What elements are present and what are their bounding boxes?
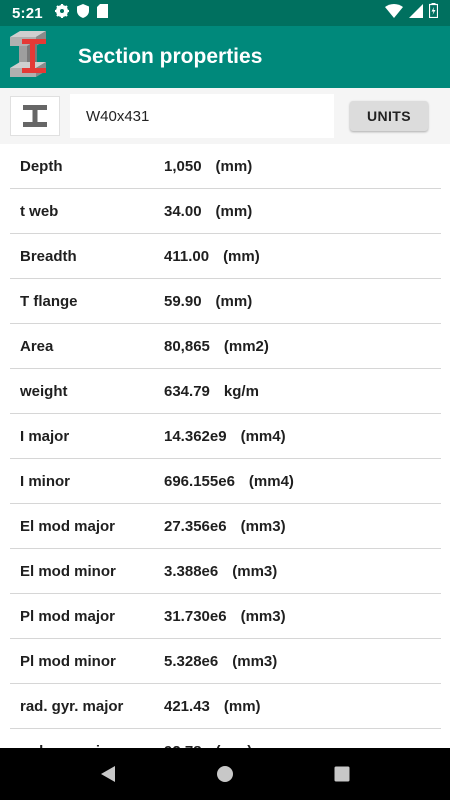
battery-icon <box>428 3 439 23</box>
property-value: 1,050 <box>164 157 202 175</box>
property-row: I minor 696.155e6 (mm4) <box>10 459 441 504</box>
status-bar: 5:21 <box>0 0 450 26</box>
page-title: Section properties <box>78 45 263 68</box>
property-value: 696.155e6 <box>164 472 235 490</box>
property-unit: (mm3) <box>232 562 278 580</box>
property-row: Pl mod major 31.730e6 (mm3) <box>10 594 441 639</box>
app-bar: Section properties <box>0 26 450 88</box>
units-button[interactable]: UNITS <box>350 101 428 131</box>
property-unit: (mm4) <box>240 427 286 445</box>
property-unit: (mm2) <box>223 337 269 355</box>
shield-icon <box>76 3 89 23</box>
gear-icon <box>54 3 69 23</box>
section-name-field[interactable]: W40x431 <box>70 94 334 138</box>
property-unit: (mm3) <box>240 517 286 535</box>
property-value: 3.388e6 <box>164 562 219 580</box>
property-row: T flange 59.90 (mm) <box>10 279 441 324</box>
property-name: Pl mod minor <box>20 652 116 670</box>
property-name: El mod major <box>20 517 116 535</box>
property-unit: (mm3) <box>240 607 286 625</box>
property-unit: (mm) <box>223 697 261 715</box>
property-row: Area 80,865 (mm2) <box>10 324 441 369</box>
sd-card-icon <box>96 3 108 23</box>
property-row: rad. gyr. minor92.78(mm) <box>10 729 441 749</box>
property-unit: kg/m <box>223 382 259 400</box>
property-name: El mod minor <box>20 562 116 580</box>
property-row: Depth 1,050 (mm) <box>10 144 441 189</box>
properties-list[interactable]: Depth 1,050 (mm) t web 34.00 (mm) Breadth 411.0… <box>0 144 450 748</box>
property-name: Depth <box>20 157 63 175</box>
property-unit: (mm) <box>223 247 260 265</box>
signal-icon <box>409 3 423 23</box>
property-value: 421.43 <box>164 697 210 715</box>
property-name: Breadth <box>20 247 77 265</box>
property-row: t web 34.00 (mm) <box>10 189 441 234</box>
property-unit: (mm) <box>215 292 253 310</box>
property-row: El mod minor 3.388e6 (mm3) <box>10 549 441 594</box>
property-name: weight <box>20 382 68 400</box>
property-unit: (mm4) <box>248 472 294 490</box>
property-row: El mod major 27.356e6 (mm3) <box>10 504 441 549</box>
property-row: I major 14.362e9 (mm4) <box>10 414 441 459</box>
property-name: Pl mod major <box>20 607 116 625</box>
property-name: I major <box>20 427 70 445</box>
property-value: 59.90 <box>164 292 202 310</box>
property-value: 80,865 <box>164 337 210 355</box>
property-row: weight 634.79 kg/m <box>10 369 441 414</box>
property-name: I minor <box>20 472 71 490</box>
property-name: Area <box>20 337 54 355</box>
i-beam-icon <box>10 96 60 136</box>
property-value: 27.356e6 <box>164 517 227 535</box>
property-name: T flange <box>20 292 78 310</box>
property-name: rad. gyr. major <box>20 697 124 715</box>
property-row: Breadth 411.00 (mm) <box>10 234 441 279</box>
home-icon[interactable] <box>205 754 245 794</box>
i-beam-logo <box>6 31 58 83</box>
property-value: 411.00 <box>164 247 210 265</box>
property-unit: (mm3) <box>232 652 278 670</box>
recents-icon[interactable] <box>322 754 362 794</box>
property-unit: (mm) <box>215 157 253 175</box>
status-right-icons <box>385 3 439 23</box>
property-value: 31.730e6 <box>164 607 227 625</box>
wifi-icon <box>385 3 403 23</box>
property-unit: (mm) <box>215 202 253 220</box>
property-row: rad. gyr. major 421.43 (mm) <box>10 684 441 729</box>
back-icon[interactable] <box>88 754 128 794</box>
status-time: 5:21 <box>12 4 43 22</box>
property-value: 34.00 <box>164 202 202 220</box>
property-value: 14.362e9 <box>164 427 227 445</box>
section-selector: W40x431 UNITS <box>0 88 450 144</box>
property-row: Pl mod minor 5.328e6 (mm3) <box>10 639 441 684</box>
property-value: 5.328e6 <box>164 652 219 670</box>
navigation-bar <box>0 748 450 800</box>
status-left-icons <box>54 3 108 23</box>
property-name: t web <box>20 202 59 220</box>
property-value: 634.79 <box>164 382 210 400</box>
